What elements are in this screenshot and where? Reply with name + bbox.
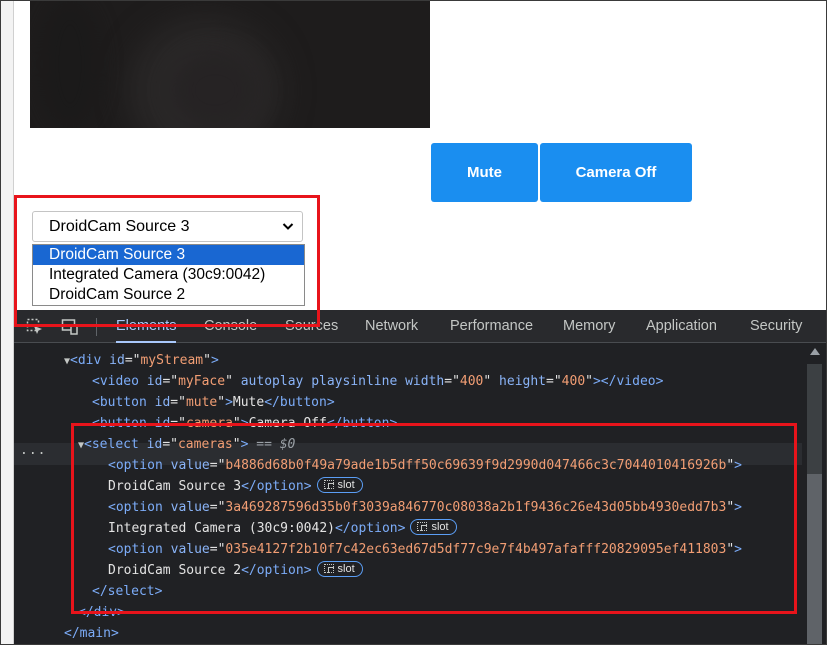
elements-scrollbar[interactable] — [802, 344, 827, 645]
mute-button[interactable]: Mute — [431, 143, 538, 202]
dom-node-div[interactable]: ▼<div id="myStream"> — [64, 350, 219, 371]
camera-off-button[interactable]: Camera Off — [540, 143, 692, 202]
dom-node-button-mute[interactable]: <button id="mute">Mute</button> — [92, 392, 335, 413]
camera-dropdown-list: DroidCam Source 3 Integrated Camera (30c… — [32, 244, 305, 306]
dom-node-option[interactable]: <option value="035e4127f2b10f7c42ec63ed6… — [108, 539, 742, 560]
selected-node-marker: == $0 — [256, 437, 296, 452]
devtools-toolbar: Elements Console Sources Network Perform… — [14, 310, 827, 343]
tab-performance[interactable]: Performance — [450, 310, 533, 343]
tab-console[interactable]: Console — [204, 310, 257, 343]
node-actions-ellipsis[interactable]: ... — [20, 443, 46, 458]
inspect-element-icon[interactable] — [26, 318, 44, 336]
camera-option-selected[interactable]: DroidCam Source 3 — [33, 245, 304, 265]
left-gutter — [0, 0, 14, 645]
dom-option-text[interactable]: DroidCam Source 2</option> slot — [108, 560, 363, 581]
tab-application[interactable]: Application — [646, 310, 717, 343]
scroll-thumb[interactable] — [807, 474, 822, 645]
device-toolbar-icon[interactable] — [61, 318, 79, 336]
dom-node-option[interactable]: <option value="3a469287596d35b0f3039a846… — [108, 497, 742, 518]
dom-close-div[interactable]: </div> — [78, 602, 125, 623]
scroll-up-arrow-icon[interactable] — [810, 348, 820, 355]
dom-node-video[interactable]: <video id="myFace" autoplay playsinline … — [92, 371, 663, 392]
tab-network[interactable]: Network — [365, 310, 418, 343]
tab-security[interactable]: Security — [750, 310, 802, 343]
slot-badge[interactable]: slot — [316, 477, 363, 493]
dom-node-option[interactable]: <option value="b4886d68b0f49a79ade1b5dff… — [108, 455, 742, 476]
dom-option-text[interactable]: Integrated Camera (30c9:0042)</option> sl… — [108, 518, 457, 539]
video-preview — [30, 0, 430, 128]
dom-option-text[interactable]: DroidCam Source 3</option> slot — [108, 476, 363, 497]
slot-icon — [417, 522, 428, 531]
dom-node-button-camera[interactable]: <button id="camera">Camera Off</button> — [92, 413, 397, 434]
tab-sources[interactable]: Sources — [285, 310, 338, 343]
slot-icon — [323, 564, 334, 573]
slot-badge[interactable]: slot — [410, 519, 457, 535]
slot-icon — [323, 480, 334, 489]
dom-close-select[interactable]: </select> — [92, 581, 162, 602]
camera-option[interactable]: DroidCam Source 2 — [33, 285, 304, 305]
tab-memory[interactable]: Memory — [563, 310, 615, 343]
toolbar-divider — [96, 318, 97, 336]
elements-tree: ... ▼<div id="myStream"> <video id="myFa… — [14, 344, 802, 645]
slot-badge[interactable]: slot — [316, 561, 363, 577]
camera-select[interactable]: DroidCam Source 3 — [32, 211, 303, 242]
chevron-down-icon — [282, 223, 294, 230]
dom-node-select[interactable]: ▼<select id="cameras"> == $0 — [78, 434, 295, 455]
camera-option[interactable]: Integrated Camera (30c9:0042) — [33, 265, 304, 285]
tab-elements[interactable]: Elements — [116, 310, 177, 343]
dom-close-main[interactable]: </main> — [64, 623, 119, 644]
devtools-panel: Elements Console Sources Network Perform… — [14, 310, 827, 645]
camera-select-value: DroidCam Source 3 — [49, 217, 190, 235]
